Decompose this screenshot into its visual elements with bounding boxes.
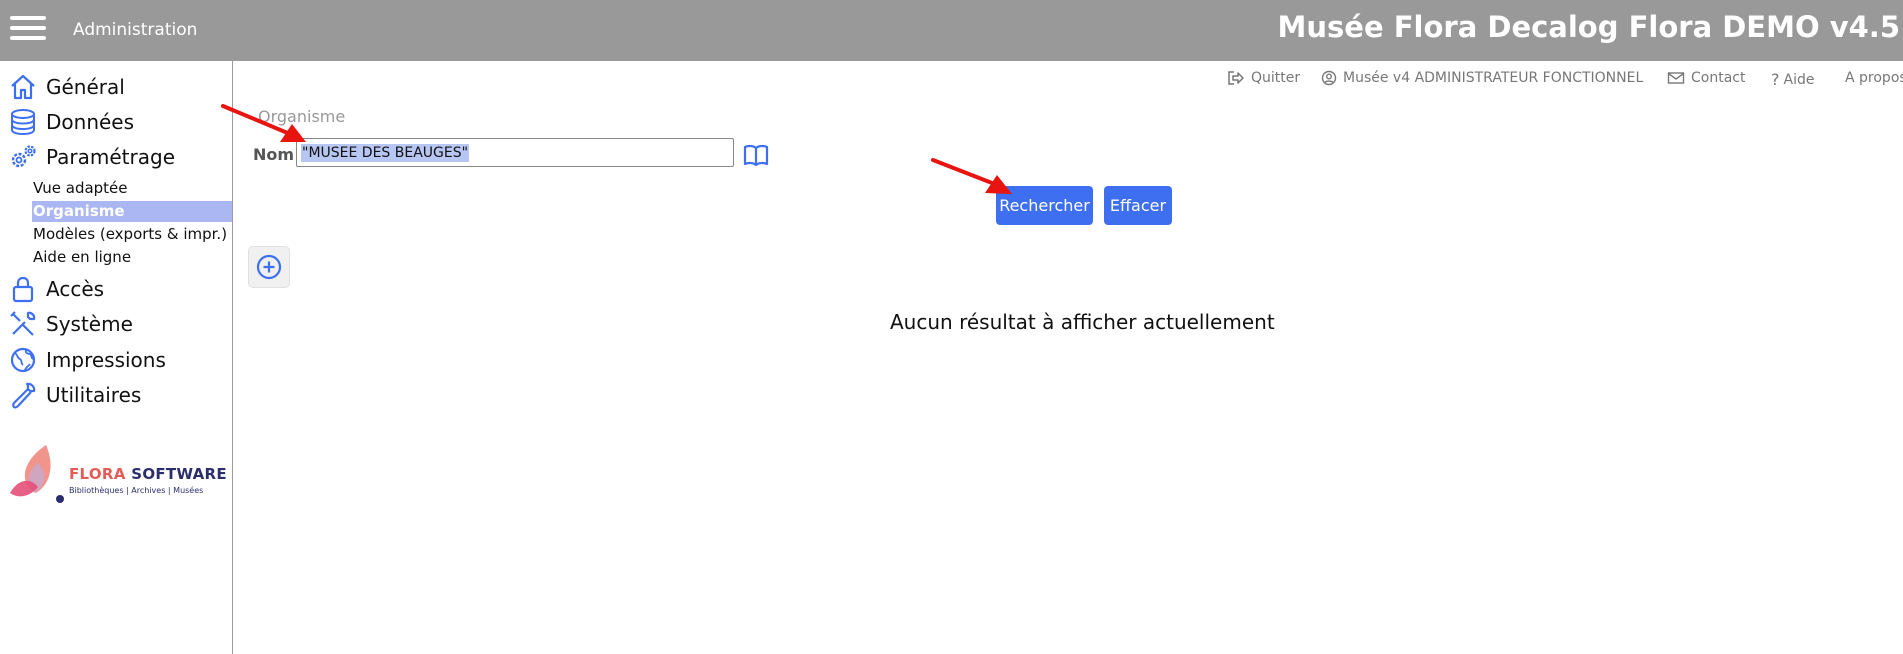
sidebar-item-label: Utilitaires: [46, 383, 142, 407]
sidebar-item-acces[interactable]: Accès: [8, 273, 104, 305]
envelope-icon: [1667, 72, 1685, 84]
sidebar-item-parametrage[interactable]: Paramétrage: [8, 141, 175, 173]
sidebar-item-label: Paramétrage: [46, 145, 176, 169]
quit-label: Quitter: [1251, 70, 1301, 86]
sidebar-item-utilitaires[interactable]: Utilitaires: [8, 379, 141, 411]
plus-circle-icon: [256, 254, 282, 280]
logo-brand-software: SOFTWARE: [131, 465, 227, 483]
sidebar-item-label: Général: [46, 75, 125, 99]
breadcrumb: Organisme: [258, 107, 346, 126]
database-icon: [11, 109, 35, 136]
sidebar-item-label: Impressions: [46, 348, 166, 372]
sidebar-subitem-organisme[interactable]: Organisme: [32, 201, 232, 222]
sidebar-item-systeme[interactable]: Système: [8, 308, 133, 340]
sidebar: Général Données Paramétrage Vue adaptée …: [0, 61, 233, 654]
user-label: Musée v4 ADMINISTRATEUR FONCTIONNEL: [1343, 70, 1644, 86]
sidebar-item-label: Accès: [46, 277, 105, 301]
sign-out-icon: [1228, 71, 1244, 85]
about-link[interactable]: A propos: [1845, 70, 1903, 86]
wrench-icon: [12, 382, 36, 409]
sidebar-item-general[interactable]: Général: [8, 71, 125, 103]
add-button[interactable]: [248, 246, 290, 288]
sidebar-subitem-modeles[interactable]: Modèles (exports & impr.): [32, 224, 232, 245]
empty-results-message: Aucun résultat à afficher actuellement: [890, 310, 1275, 334]
sidebar-item-donnees[interactable]: Données: [8, 106, 134, 138]
nom-input[interactable]: "MUSEE DES BEAUGES": [296, 138, 734, 167]
tools-icon: [10, 311, 36, 336]
flora-software-logo: [10, 445, 64, 503]
quit-link[interactable]: Quitter: [1227, 70, 1300, 86]
top-bar: Administration Musée Flora Decalog Flora…: [0, 0, 1903, 61]
user-circle-icon: [1321, 70, 1337, 86]
sidebar-item-impressions[interactable]: Impressions: [8, 344, 166, 376]
home-icon: [11, 74, 35, 100]
gears-icon: [11, 145, 36, 168]
question-mark-icon: ?: [1771, 70, 1780, 89]
sidebar-item-label: Système: [46, 312, 133, 336]
sidebar-subitem-vue-adaptee[interactable]: Vue adaptée: [32, 178, 232, 199]
help-link[interactable]: ? Aide: [1771, 70, 1814, 89]
nom-label: Nom: [253, 145, 295, 164]
nom-input-value: "MUSEE DES BEAUGES": [301, 143, 470, 162]
help-label: Aide: [1783, 71, 1815, 88]
logo-brand-flora: FLORA: [69, 465, 126, 483]
logo-text: FLORA SOFTWARE Bibliothèques | Archives …: [69, 465, 227, 495]
sidebar-item-label: Données: [46, 110, 135, 134]
contact-link[interactable]: Contact: [1667, 70, 1745, 86]
hamburger-menu-icon[interactable]: [10, 14, 46, 42]
contact-label: Contact: [1691, 70, 1746, 86]
logo-tagline: Bibliothèques | Archives | Musées: [69, 486, 204, 495]
clear-button[interactable]: Effacer: [1104, 186, 1172, 225]
app-title: Musée Flora Decalog Flora DEMO v4.5: [1277, 10, 1900, 44]
section-title: Administration: [73, 20, 198, 40]
search-button[interactable]: Rechercher: [996, 186, 1093, 225]
globe-icon: [10, 347, 36, 373]
about-label: A propos: [1845, 70, 1903, 86]
lock-icon: [12, 276, 34, 303]
user-link[interactable]: Musée v4 ADMINISTRATEUR FONCTIONNEL: [1321, 70, 1643, 86]
sidebar-subitem-aide-en-ligne[interactable]: Aide en ligne: [32, 247, 232, 268]
book-icon[interactable]: [743, 143, 769, 167]
